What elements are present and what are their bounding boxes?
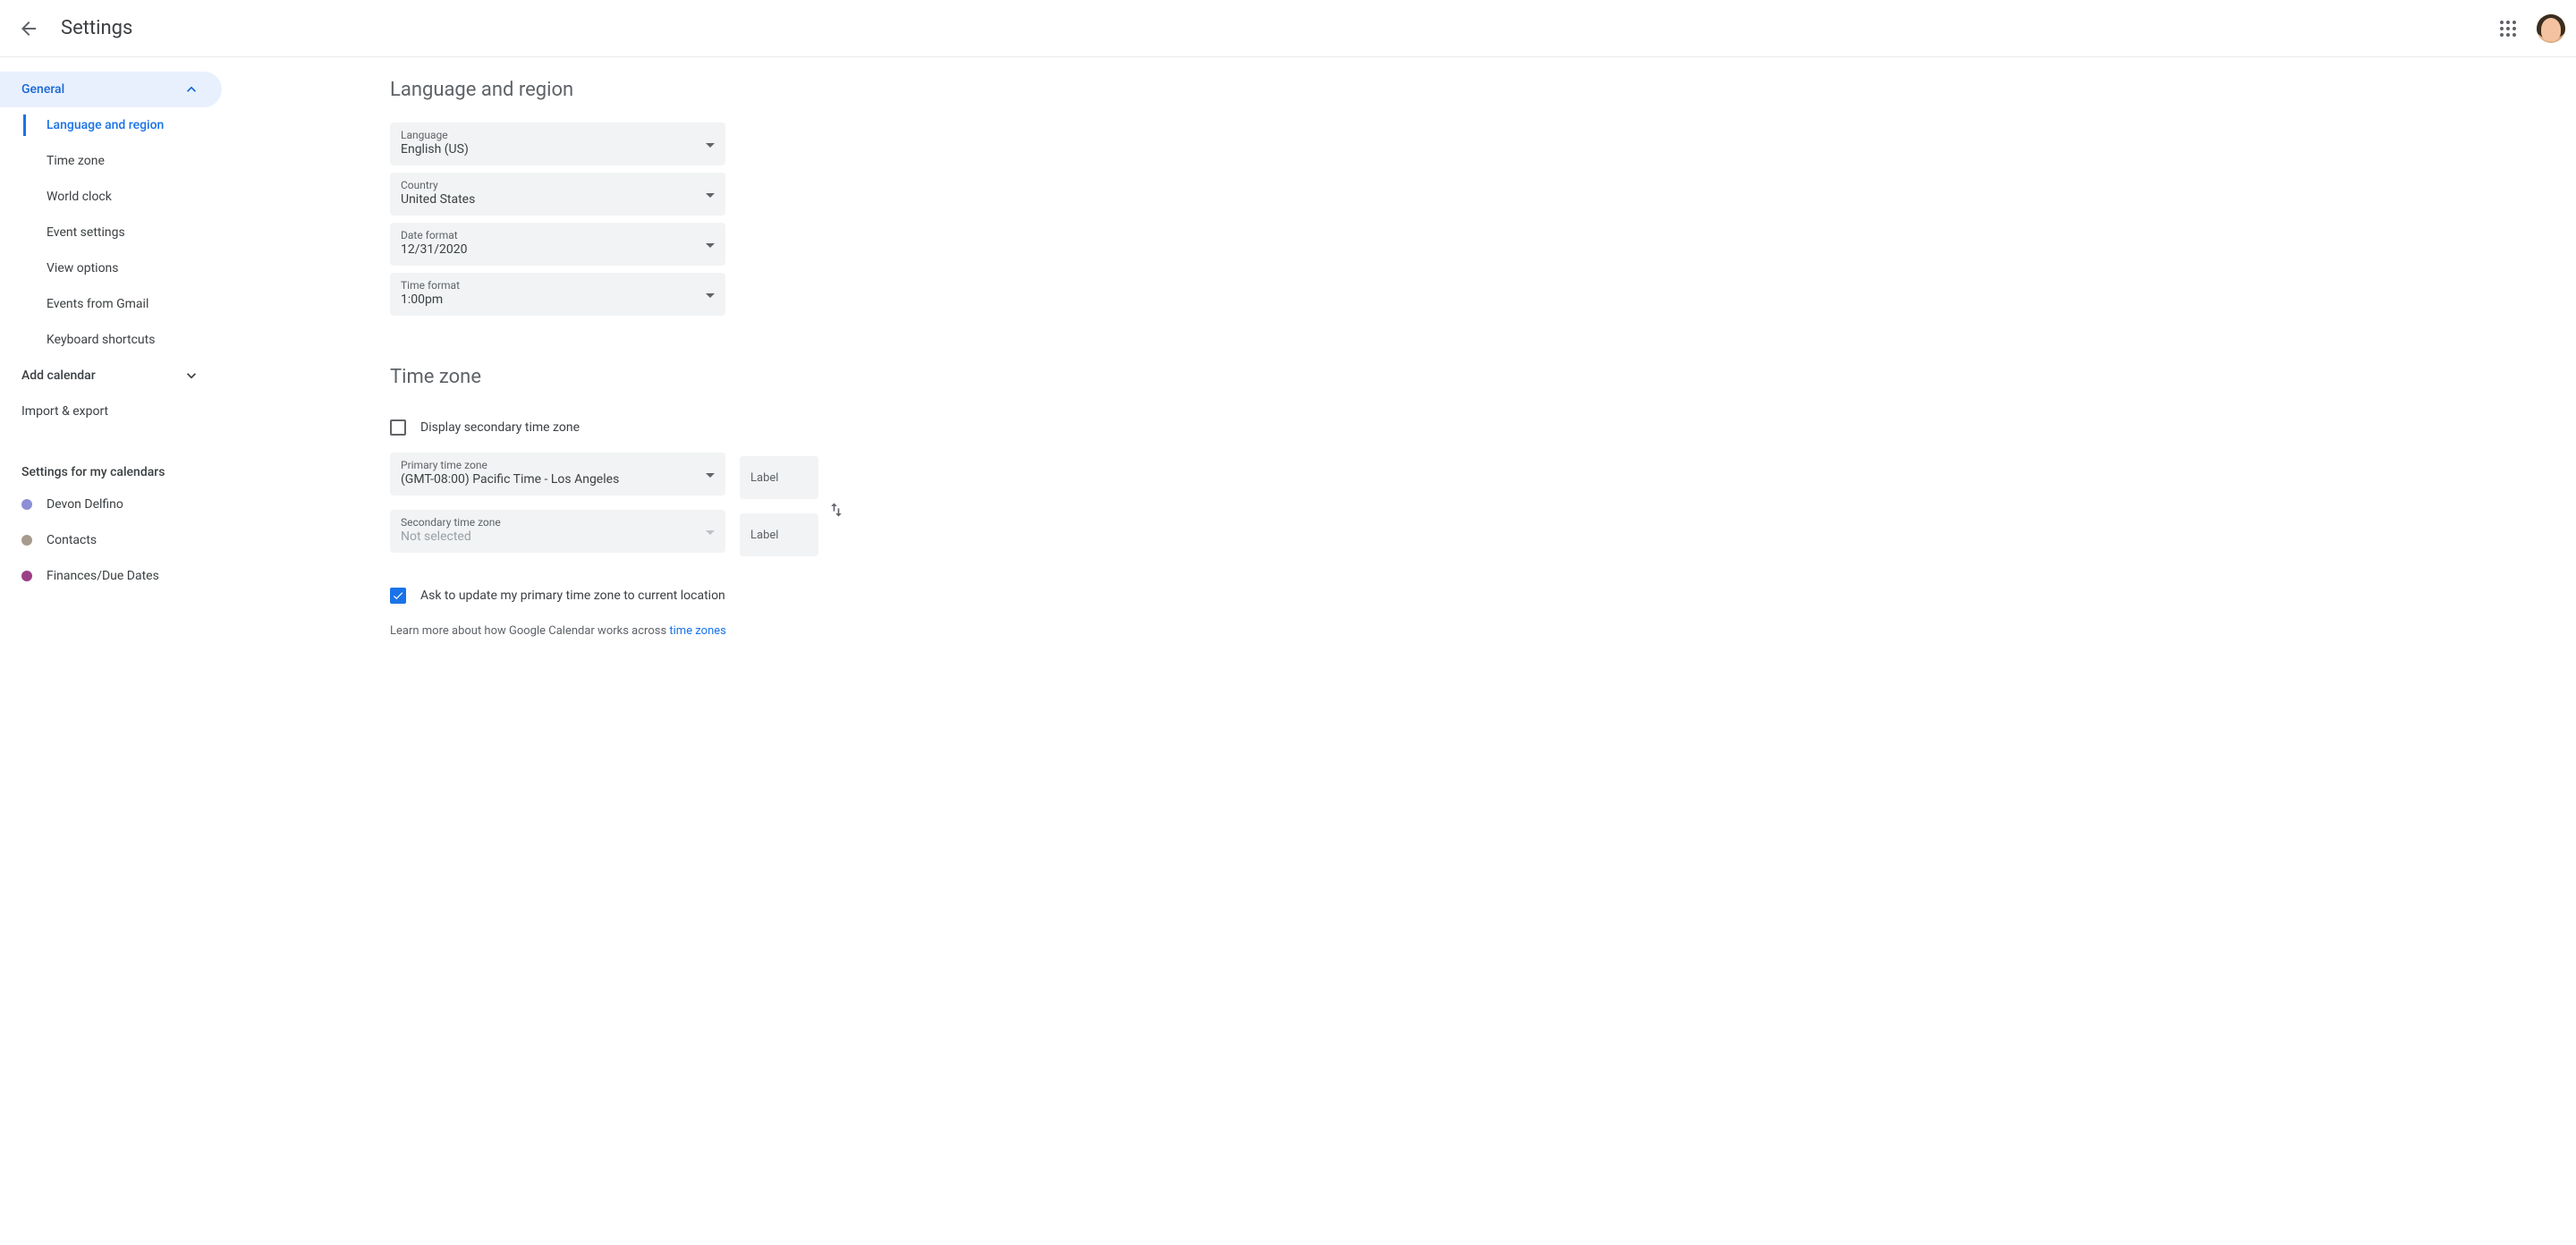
dropdown-icon (706, 237, 715, 251)
sidebar-group-label: General (21, 82, 64, 97)
sidebar-group-label: Add calendar (21, 368, 96, 383)
select-value: Not selected (401, 529, 501, 546)
arrow-left-icon (18, 18, 39, 39)
avatar[interactable] (2537, 14, 2565, 43)
checkbox-label: Display secondary time zone (420, 420, 580, 435)
sidebar-item-event-settings[interactable]: Event settings (0, 215, 222, 250)
calendar-color-dot (21, 499, 32, 510)
calendar-item[interactable]: Finances/Due Dates (0, 558, 222, 594)
select-label: Primary time zone (401, 459, 619, 471)
calendar-color-dot (21, 535, 32, 546)
calendar-color-dot (21, 571, 32, 581)
main-content: Language and region Language English (US… (229, 57, 2576, 1245)
dropdown-icon (706, 287, 715, 301)
sidebar-item-keyboard-shortcuts[interactable]: Keyboard shortcuts (0, 322, 222, 358)
section-time-zone: Time zone Display secondary time zone Pr… (390, 366, 891, 638)
section-title: Time zone (390, 366, 891, 388)
sidebar-group-general[interactable]: General (0, 72, 222, 107)
sidebar: General Language and region Time zone Wo… (0, 57, 229, 1245)
sidebar-section-title-calendars: Settings for my calendars (0, 451, 229, 487)
select-value: United States (401, 191, 475, 209)
ask-update-tz-checkbox[interactable] (390, 588, 406, 604)
time-format-select[interactable]: Time format 1:00pm (390, 273, 725, 316)
select-label: Date format (401, 229, 468, 241)
checkbox-label: Ask to update my primary time zone to cu… (420, 589, 725, 603)
select-value: 1:00pm (401, 292, 460, 309)
sidebar-item-language-region[interactable]: Language and region (0, 107, 222, 143)
input-placeholder: Label (750, 471, 778, 485)
apps-grid-icon (2497, 18, 2519, 39)
input-placeholder: Label (750, 529, 778, 542)
select-value: English (US) (401, 141, 469, 159)
header: Settings (0, 0, 2576, 57)
swap-tz-button[interactable] (818, 492, 854, 528)
secondary-tz-select[interactable]: Secondary time zone Not selected (390, 510, 725, 553)
primary-tz-label-input[interactable]: Label (740, 456, 818, 499)
calendar-name: Devon Delfino (47, 497, 123, 512)
select-value: 12/31/2020 (401, 241, 468, 259)
calendar-name: Finances/Due Dates (47, 569, 159, 583)
sidebar-group-add-calendar[interactable]: Add calendar (0, 358, 222, 394)
section-title: Language and region (390, 79, 891, 101)
language-select[interactable]: Language English (US) (390, 123, 725, 165)
apps-button[interactable] (2490, 11, 2526, 47)
help-text: Learn more about how Google Calendar wor… (390, 624, 891, 638)
dropdown-icon (706, 187, 715, 201)
select-label: Country (401, 179, 475, 191)
select-label: Time format (401, 279, 460, 292)
chevron-up-icon (182, 80, 200, 98)
secondary-tz-checkbox[interactable] (390, 419, 406, 436)
page-title: Settings (61, 17, 132, 39)
section-language-region: Language and region Language English (US… (390, 79, 891, 316)
back-button[interactable] (11, 11, 47, 47)
select-label: Language (401, 129, 469, 141)
swap-vertical-icon (827, 501, 845, 519)
time-zones-link[interactable]: time zones (669, 624, 725, 638)
select-label: Secondary time zone (401, 516, 501, 529)
calendar-item[interactable]: Contacts (0, 522, 222, 558)
sidebar-item-view-options[interactable]: View options (0, 250, 222, 286)
sidebar-item-time-zone[interactable]: Time zone (0, 143, 222, 179)
sidebar-item-import-export[interactable]: Import & export (0, 394, 222, 429)
primary-tz-select[interactable]: Primary time zone (GMT-08:00) Pacific Ti… (390, 453, 725, 495)
chevron-down-icon (182, 367, 200, 385)
select-value: (GMT-08:00) Pacific Time - Los Angeles (401, 471, 619, 489)
dropdown-icon (706, 137, 715, 151)
check-icon (392, 589, 404, 602)
country-select[interactable]: Country United States (390, 173, 725, 216)
calendar-name: Contacts (47, 533, 97, 547)
secondary-tz-label-input[interactable]: Label (740, 513, 818, 556)
dropdown-icon (706, 467, 715, 481)
dropdown-icon (706, 524, 715, 538)
sidebar-item-events-from-gmail[interactable]: Events from Gmail (0, 286, 222, 322)
date-format-select[interactable]: Date format 12/31/2020 (390, 223, 725, 266)
sidebar-item-world-clock[interactable]: World clock (0, 179, 222, 215)
calendar-item[interactable]: Devon Delfino (0, 487, 222, 522)
